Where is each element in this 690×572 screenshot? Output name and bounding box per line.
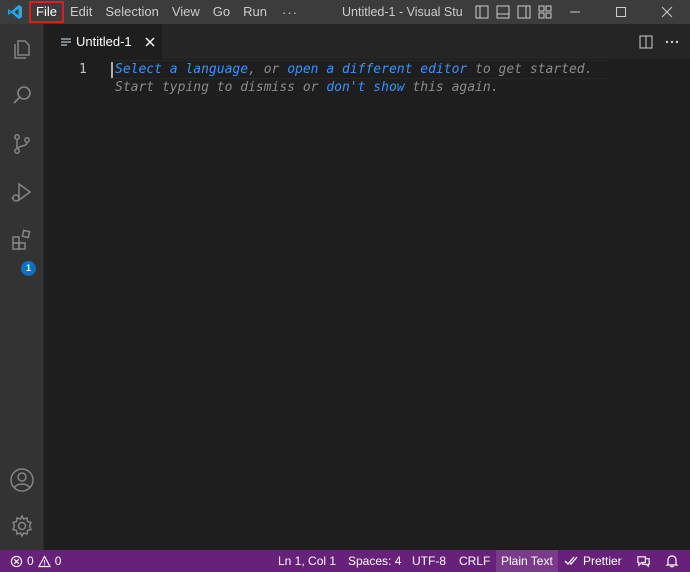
menu-selection[interactable]: Selection (99, 2, 164, 22)
more-actions-icon[interactable] (664, 34, 680, 50)
problems-indicator[interactable]: 0 0 (10, 550, 61, 572)
accounts-icon[interactable] (0, 460, 44, 500)
manage-gear-icon[interactable] (0, 506, 44, 546)
window-title: Untitled-1 - Visual Stu (342, 5, 463, 19)
hint-text: this again. (404, 80, 499, 95)
maximize-button[interactable] (598, 0, 644, 24)
open-different-editor-link[interactable]: open a different editor (287, 62, 467, 77)
close-tab-icon[interactable] (142, 34, 158, 50)
text-file-icon (60, 36, 72, 48)
source-control-icon[interactable] (0, 124, 44, 164)
error-count: 0 (27, 554, 34, 568)
menu-go[interactable]: Go (207, 2, 236, 22)
hint-text: Start typing to dismiss or (115, 80, 327, 95)
title-bar: File Edit Selection View Go Run ··· Unti… (0, 0, 690, 24)
close-window-button[interactable] (644, 0, 690, 24)
line-number: 1 (79, 62, 87, 77)
encoding-status[interactable]: UTF-8 (412, 550, 446, 572)
activity-bar: 1 (0, 24, 44, 550)
editor-hint-line-1: Select a language, or open a different e… (115, 62, 592, 77)
toggle-panel-icon[interactable] (495, 4, 511, 20)
vscode-logo-icon (0, 0, 30, 24)
extensions-badge: 1 (21, 261, 36, 276)
language-mode-status[interactable]: Plain Text (496, 550, 558, 572)
text-cursor (111, 62, 113, 78)
window-controls (552, 0, 690, 24)
hint-text: to get started. (467, 62, 593, 77)
split-editor-icon[interactable] (638, 34, 654, 50)
menu-view[interactable]: View (166, 2, 206, 22)
layout-controls (474, 4, 553, 20)
editor-area[interactable]: 1 Select a language, or open a different… (44, 59, 690, 550)
search-icon[interactable] (0, 76, 44, 116)
select-language-link[interactable]: Select a language (115, 62, 248, 77)
menu-run[interactable]: Run (237, 2, 273, 22)
minimize-button[interactable] (552, 0, 598, 24)
customize-layout-icon[interactable] (537, 4, 553, 20)
toggle-secondary-sidebar-icon[interactable] (516, 4, 532, 20)
prettier-status[interactable]: Prettier (564, 550, 622, 572)
menu-more-button[interactable]: ··· (274, 5, 306, 20)
toggle-primary-sidebar-icon[interactable] (474, 4, 490, 20)
notifications-bell-icon[interactable] (665, 550, 679, 572)
menu-bar: File Edit Selection View Go Run ··· (29, 0, 306, 24)
feedback-icon[interactable] (636, 550, 651, 572)
dont-show-link[interactable]: don't show (326, 80, 404, 95)
warning-count: 0 (54, 554, 62, 568)
explorer-icon[interactable] (0, 28, 44, 68)
tab-untitled-1[interactable]: Untitled-1 (44, 24, 162, 59)
run-and-debug-icon[interactable] (0, 172, 44, 212)
double-check-icon (564, 556, 578, 565)
warning-icon (37, 554, 51, 567)
tab-label: Untitled-1 (76, 34, 132, 49)
menu-file[interactable]: File (29, 1, 64, 23)
editor-tab-bar: Untitled-1 (44, 24, 690, 59)
editor-hint-line-2: Start typing to dismiss or don't show th… (115, 80, 499, 95)
status-bar: 0 0 Ln 1, Col 1 Spaces: 4 UTF-8 CRLF Pla… (0, 550, 690, 572)
hint-text: , or (248, 62, 288, 77)
extensions-icon[interactable] (0, 220, 44, 260)
prettier-label: Prettier (583, 554, 622, 568)
indentation-status[interactable]: Spaces: 4 (348, 550, 401, 572)
cursor-position[interactable]: Ln 1, Col 1 (278, 550, 336, 572)
line-ending-status[interactable]: CRLF (459, 550, 490, 572)
menu-edit[interactable]: Edit (64, 2, 98, 22)
error-icon (10, 555, 23, 567)
